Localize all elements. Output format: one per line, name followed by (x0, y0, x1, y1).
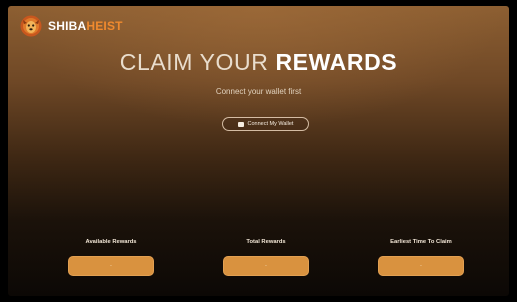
connect-wallet-label: Connect My Wallet (247, 121, 294, 127)
total-rewards-value[interactable]: - (223, 256, 309, 276)
page-title-bold: REWARDS (275, 49, 398, 75)
page-subtitle: Connect your wallet first (215, 87, 302, 96)
brand-logo[interactable]: SHIBAHEIST (20, 15, 123, 37)
brand-name-part1: SHIBA (48, 19, 87, 33)
app-frame: SHIBAHEIST CLAIM YOUR REWARDS Connect yo… (8, 6, 509, 296)
lion-head-icon (20, 15, 42, 37)
stat-label: Total Rewards (246, 239, 286, 245)
page-title: CLAIM YOUR REWARDS (8, 49, 509, 76)
stat-earliest-claim: Earliest Time To Claim - (378, 239, 464, 276)
available-rewards-value[interactable]: - (68, 256, 154, 276)
stat-available-rewards: Available Rewards - (68, 239, 154, 276)
stat-total-rewards: Total Rewards - (223, 239, 309, 276)
connect-wallet-button[interactable]: Connect My Wallet (222, 117, 309, 131)
brand-name-part2: HEIST (86, 19, 123, 33)
earliest-claim-value[interactable]: - (378, 256, 464, 276)
stat-label: Available Rewards (85, 239, 137, 245)
page-title-light: CLAIM YOUR (119, 49, 269, 75)
stat-label: Earliest Time To Claim (390, 239, 452, 245)
brand-name: SHIBAHEIST (48, 20, 123, 32)
wallet-icon (237, 121, 244, 127)
